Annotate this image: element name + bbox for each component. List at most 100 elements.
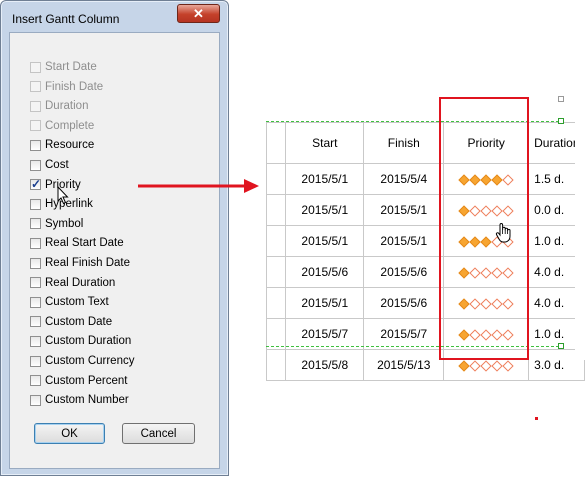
option-label: Real Start Date: [45, 237, 124, 250]
option-label: Real Finish Date: [45, 257, 131, 269]
option-custom-date-row[interactable]: Custom Date: [30, 313, 112, 331]
cancel-button[interactable]: Cancel: [122, 423, 195, 444]
table-row[interactable]: 2015/5/8 2015/5/13 3.0 d.: [265, 349, 585, 381]
option-duration-row: Duration: [30, 97, 88, 115]
row-id-header: [265, 122, 287, 164]
option-custom-text-checkbox[interactable]: [30, 296, 41, 308]
option-finish-date-checkbox: [30, 81, 41, 93]
option-real-finish-date-checkbox[interactable]: [30, 257, 41, 269]
finish-cell[interactable]: 2015/5/13: [363, 349, 445, 381]
option-resource-row[interactable]: Resource: [30, 136, 94, 154]
table-row[interactable]: 2015/5/1 2015/5/6 4.0 d.: [265, 287, 585, 319]
finish-cell[interactable]: 2015/5/1: [363, 225, 445, 257]
option-custom-number-row[interactable]: Custom Number: [30, 391, 129, 409]
option-custom-duration-row[interactable]: Custom Duration: [30, 332, 131, 350]
table-row[interactable]: 2015/5/1 2015/5/1 1.0 d.: [265, 225, 585, 257]
option-label: Real Duration: [45, 276, 116, 289]
mouse-pointer-icon: [57, 186, 69, 205]
hand-pointer-icon: [495, 222, 511, 243]
priority-column-highlight: [439, 97, 529, 360]
option-priority-checkbox[interactable]: ✓: [30, 177, 42, 192]
option-priority-row[interactable]: ✓ Priority: [30, 176, 81, 194]
option-start-date-row: Start Date: [30, 58, 97, 76]
option-symbol-checkbox[interactable]: [30, 218, 41, 230]
finish-cell[interactable]: 2015/5/6: [363, 256, 445, 288]
option-real-finish-date-row[interactable]: Real Finish Date: [30, 254, 130, 272]
finish-cell[interactable]: 2015/5/4: [363, 163, 445, 195]
priority-rating[interactable]: [458, 360, 514, 372]
option-cost-checkbox[interactable]: [30, 159, 41, 171]
option-label: Cost: [45, 159, 69, 171]
start-cell[interactable]: 2015/5/8: [285, 349, 365, 381]
cancel-button-label: Cancel: [140, 427, 177, 440]
option-label: Complete: [45, 119, 95, 132]
start-cell[interactable]: 2015/5/1: [285, 194, 365, 226]
option-custom-duration-checkbox[interactable]: [30, 335, 41, 347]
table-row[interactable]: 2015/5/6 2015/5/6 4.0 d.: [265, 256, 585, 288]
gantt-table: Start Finish Priority Duration 2015/5/1 2…: [265, 122, 585, 381]
option-custom-percent-row[interactable]: Custom Percent: [30, 372, 127, 390]
gantt-header-row: Start Finish Priority Duration: [265, 122, 585, 164]
option-complete-row: Complete: [30, 117, 94, 135]
start-cell[interactable]: 2015/5/7: [285, 318, 365, 350]
gantt-table-container: Start Finish Priority Duration 2015/5/1 2…: [265, 122, 585, 381]
option-label: Custom Duration: [45, 335, 132, 348]
option-real-start-date-row[interactable]: Real Start Date: [30, 234, 124, 252]
option-label: Custom Currency: [45, 355, 135, 367]
option-custom-currency-checkbox[interactable]: [30, 355, 41, 367]
option-finish-date-row: Finish Date: [30, 78, 103, 96]
option-symbol-row[interactable]: Symbol: [30, 215, 83, 233]
start-cell[interactable]: 2015/5/6: [285, 256, 365, 288]
finish-column-header[interactable]: Finish: [363, 122, 445, 164]
option-label: Custom Text: [45, 296, 109, 309]
table-row[interactable]: 2015/5/1 2015/5/4 1.5 d.: [265, 163, 585, 195]
option-custom-currency-row[interactable]: Custom Currency: [30, 352, 134, 370]
red-marker-dot: [535, 417, 538, 420]
dialog-titlebar[interactable]: Insert Gantt Column ✕: [1, 1, 228, 32]
rotate-handle[interactable]: [558, 96, 564, 102]
start-column-header[interactable]: Start: [285, 122, 365, 164]
option-label: Custom Date: [45, 315, 113, 328]
diamond-empty-icon[interactable]: [502, 360, 514, 372]
option-label: Start Date: [45, 61, 97, 73]
row-id-cell: [265, 318, 287, 350]
option-start-date-checkbox: [30, 61, 41, 73]
option-label: Custom Percent: [45, 374, 128, 387]
table-row[interactable]: 2015/5/1 2015/5/1 0.0 d.: [265, 194, 585, 226]
option-real-duration-row[interactable]: Real Duration: [30, 274, 115, 292]
option-custom-text-row[interactable]: Custom Text: [30, 293, 109, 311]
option-resource-checkbox[interactable]: [30, 139, 41, 151]
finish-cell[interactable]: 2015/5/7: [363, 318, 445, 350]
checkmark-icon: ✓: [31, 177, 42, 192]
row-id-cell: [265, 225, 287, 257]
finish-cell[interactable]: 2015/5/6: [363, 287, 445, 319]
table-row[interactable]: 2015/5/7 2015/5/7 1.0 d.: [265, 318, 585, 350]
option-real-duration-checkbox[interactable]: [30, 277, 41, 289]
row-id-cell: [265, 256, 287, 288]
start-cell[interactable]: 2015/5/1: [285, 163, 365, 195]
row-id-cell: [265, 287, 287, 319]
dialog-title: Insert Gantt Column: [12, 12, 120, 26]
resize-handle-bottom-right[interactable]: [558, 343, 564, 349]
option-label: Duration: [45, 100, 89, 113]
row-id-cell: [265, 349, 287, 381]
start-cell[interactable]: 2015/5/1: [285, 225, 365, 257]
finish-cell[interactable]: 2015/5/1: [363, 194, 445, 226]
close-button[interactable]: ✕: [177, 4, 220, 23]
option-cost-row[interactable]: Cost: [30, 156, 69, 174]
option-label: Custom Number: [45, 394, 129, 407]
option-label: Symbol: [45, 217, 84, 230]
start-cell[interactable]: 2015/5/1: [285, 287, 365, 319]
row-id-cell: [265, 163, 287, 195]
option-real-start-date-checkbox[interactable]: [30, 237, 41, 249]
option-custom-percent-checkbox[interactable]: [30, 375, 41, 387]
option-hyperlink-checkbox[interactable]: [30, 198, 41, 210]
option-duration-checkbox: [30, 100, 41, 112]
option-custom-date-checkbox[interactable]: [30, 316, 41, 328]
option-custom-number-checkbox[interactable]: [30, 394, 41, 406]
resize-handle-top-right[interactable]: [558, 118, 564, 124]
ok-button[interactable]: OK: [34, 423, 105, 444]
table-clip: [575, 100, 585, 360]
red-arrow-icon: [138, 179, 259, 193]
option-label: Resource: [45, 139, 95, 152]
